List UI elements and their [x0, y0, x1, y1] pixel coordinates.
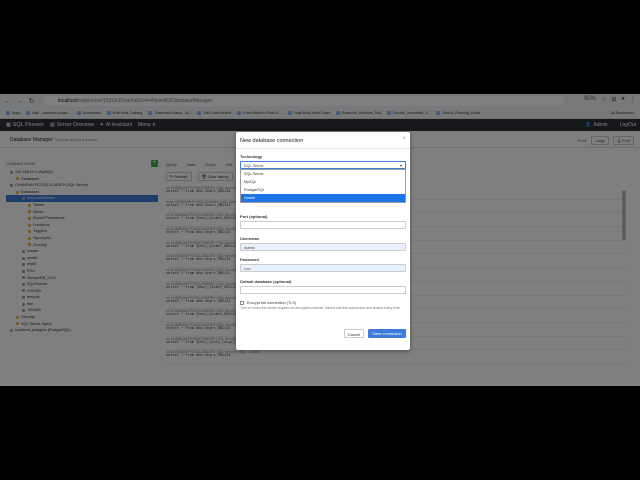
technology-label: Technology: [240, 154, 263, 159]
password-input[interactable]: •••••: [240, 264, 406, 272]
technology-option[interactable]: Oracle: [241, 194, 405, 202]
default-db-input[interactable]: [240, 286, 406, 294]
port-label: Port (optional): [240, 214, 268, 219]
encrypt-checkbox[interactable]: [240, 301, 244, 305]
technology-dropdown: SQL Server MySQL PostgreSQL Oracle: [240, 169, 406, 203]
technology-option[interactable]: PostgreSQL: [241, 186, 405, 194]
default-db-label: Default database (optional): [240, 279, 292, 284]
technology-option[interactable]: MySQL: [241, 178, 405, 186]
technology-select[interactable]: SQL Server ▾: [240, 161, 406, 169]
close-icon[interactable]: ×: [402, 136, 406, 142]
username-input[interactable]: Admin: [240, 243, 406, 251]
port-input[interactable]: [240, 221, 406, 229]
cancel-button[interactable]: Cancel: [344, 329, 364, 338]
save-connection-button[interactable]: Save connection: [368, 329, 406, 338]
modal-title: New database connection: [240, 138, 304, 144]
browser-window: ← → ↻ localhost/sqlpioneer/(S(h3r3Soa0ra…: [0, 94, 640, 386]
encrypt-help: Turn on when the server requires an encr…: [240, 306, 401, 310]
username-label: Username: [240, 236, 260, 241]
technology-option[interactable]: SQL Server: [241, 170, 405, 178]
divider: [236, 148, 410, 149]
encrypt-label: Encrypt the connection (TLS): [247, 301, 297, 305]
new-connection-modal: New database connection × Technology SQL…: [236, 132, 410, 350]
password-label: Password: [240, 257, 259, 262]
